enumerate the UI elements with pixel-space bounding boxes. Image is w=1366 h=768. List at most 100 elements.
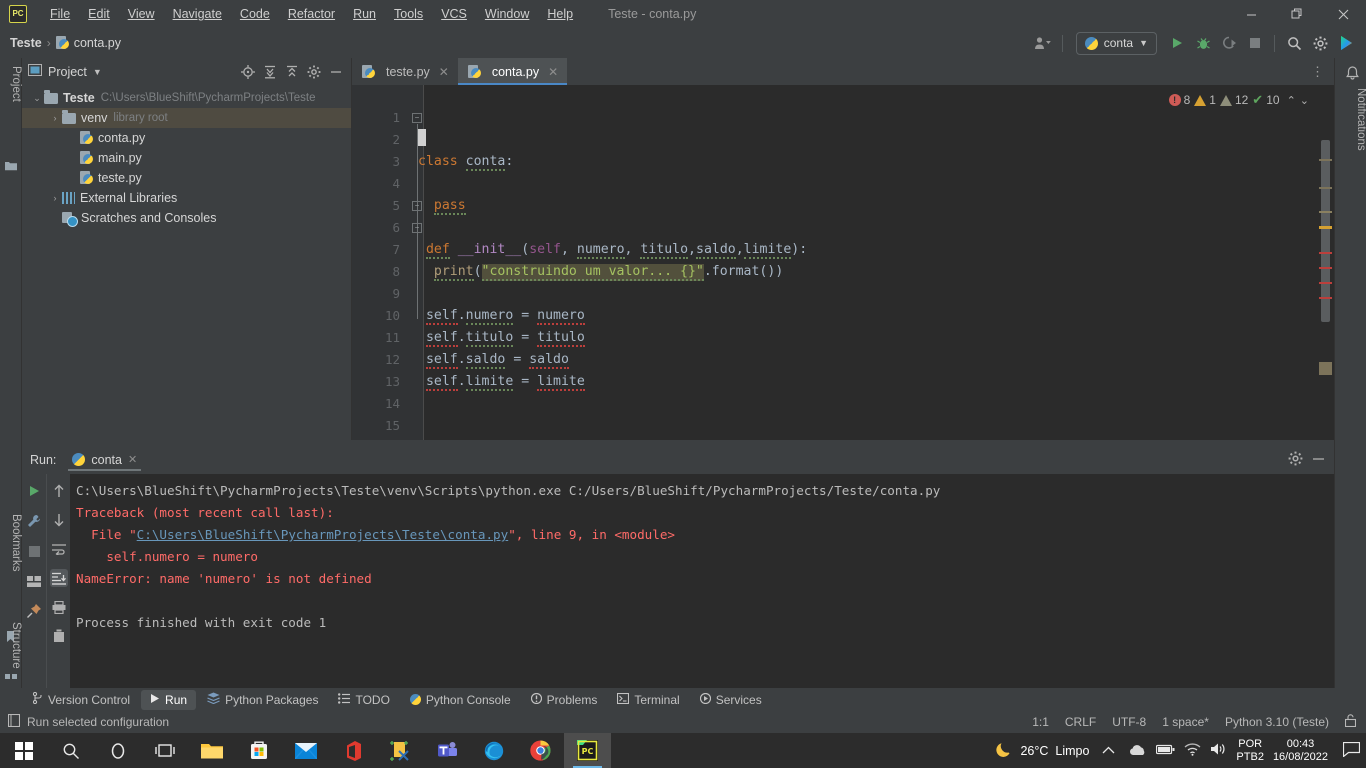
tree-node-main-py[interactable]: main.py	[22, 148, 351, 168]
editor-marker-bar[interactable]	[1316, 112, 1334, 440]
code-area[interactable]: − − − 1 2 class conta: 3 4 pass 5 6 def …	[352, 85, 1334, 440]
marker-weak-warning[interactable]	[1319, 187, 1332, 189]
notification-icon[interactable]	[1337, 741, 1361, 760]
sidebar-tab-structure[interactable]: Structure	[0, 618, 22, 673]
menu-item-code[interactable]: Code	[231, 3, 279, 25]
menu-item-refactor[interactable]: Refactor	[279, 3, 344, 25]
clear-icon[interactable]	[50, 627, 68, 645]
wrench-icon[interactable]	[25, 512, 43, 530]
close-icon[interactable]: ✕	[439, 65, 449, 79]
menu-item-file[interactable]: File	[41, 3, 79, 25]
cortana-icon[interactable]	[94, 733, 141, 768]
chevron-down-icon[interactable]: ▼	[93, 67, 102, 77]
microsoft-edge-icon[interactable]	[470, 733, 517, 768]
scroll-to-end-icon[interactable]	[49, 569, 68, 587]
task-view-icon[interactable]	[141, 733, 188, 768]
previous-problem-icon[interactable]: ⌃	[1284, 94, 1296, 107]
coverage-icon[interactable]	[1217, 31, 1241, 55]
expand-all-icon[interactable]	[261, 63, 279, 81]
file-explorer-icon[interactable]	[188, 733, 235, 768]
python-interpreter[interactable]: Python 3.10 (Teste)	[1225, 715, 1329, 729]
line-separator[interactable]: CRLF	[1065, 715, 1096, 729]
maximize-button[interactable]	[1274, 0, 1320, 28]
editor-scrollbar-thumb[interactable]	[1321, 140, 1330, 322]
clock[interactable]: 00:43 16/08/2022	[1273, 738, 1328, 764]
print-icon[interactable]	[50, 598, 68, 616]
menu-item-edit[interactable]: Edit	[79, 3, 119, 25]
error-count[interactable]: ! 8	[1168, 93, 1190, 107]
settings-icon[interactable]	[1308, 31, 1332, 55]
collapse-all-icon[interactable]	[283, 63, 301, 81]
weak-warning-count[interactable]: 12	[1219, 93, 1248, 107]
editor-tab-teste-py[interactable]: teste.py ✕	[352, 58, 458, 85]
search-icon[interactable]	[47, 733, 94, 768]
editor-tabs-menu-icon[interactable]: ⋮	[1301, 58, 1334, 85]
updates-icon[interactable]	[1334, 31, 1358, 55]
stop-icon[interactable]	[25, 542, 43, 560]
soft-wrap-icon[interactable]	[50, 540, 68, 558]
tree-node-conta-py[interactable]: conta.py	[22, 128, 351, 148]
structure-icon[interactable]	[5, 666, 17, 679]
indent-setting[interactable]: 1 space*	[1162, 715, 1209, 729]
breadcrumb-file[interactable]: conta.py	[74, 36, 121, 50]
tool-window-terminal[interactable]: Terminal	[608, 690, 688, 710]
microsoft-teams-icon[interactable]	[423, 733, 470, 768]
onedrive-icon[interactable]	[1128, 743, 1147, 759]
search-icon[interactable]	[1282, 31, 1306, 55]
inspection-widget[interactable]: ! 8 1 12 ✔ 10 ⌃ ⌄	[1165, 89, 1312, 111]
settings-icon[interactable]	[1288, 451, 1303, 469]
pycharm-icon[interactable]: PC	[564, 733, 611, 768]
menu-item-tools[interactable]: Tools	[385, 3, 432, 25]
settings-icon[interactable]	[305, 63, 323, 81]
run-configuration-selector[interactable]: conta ▼	[1075, 31, 1157, 55]
tool-window-problems[interactable]: Problems	[522, 690, 607, 710]
sidebar-tab-bookmarks[interactable]: Bookmarks	[0, 510, 22, 576]
marker-error[interactable]	[1319, 252, 1332, 254]
source-code[interactable]: 1 2 class conta: 3 4 pass 5 6 def __init…	[352, 85, 1334, 440]
volume-icon[interactable]	[1210, 742, 1227, 759]
tree-node-scratches[interactable]: Scratches and Consoles	[22, 208, 351, 228]
locate-icon[interactable]	[239, 63, 257, 81]
stop-icon[interactable]	[1243, 31, 1267, 55]
run-console-output[interactable]: C:\Users\BlueShift\PycharmProjects\Teste…	[70, 474, 1334, 688]
close-icon[interactable]: ✕	[128, 453, 137, 466]
editor-tab-conta-py[interactable]: conta.py ✕	[457, 58, 568, 85]
marker-error[interactable]	[1319, 297, 1332, 299]
chevron-up-icon[interactable]	[1098, 744, 1119, 758]
sticky-notes-icon[interactable]	[376, 733, 423, 768]
lock-icon[interactable]	[1344, 714, 1357, 730]
tool-window-services[interactable]: Services	[691, 690, 771, 710]
marker-block-highlight[interactable]	[1319, 362, 1332, 375]
microsoft-store-icon[interactable]	[235, 733, 282, 768]
google-chrome-icon[interactable]	[517, 733, 564, 768]
marker-warning[interactable]	[1319, 226, 1332, 229]
menu-item-window[interactable]: Window	[476, 3, 538, 25]
layout-icon[interactable]	[25, 572, 43, 590]
office-icon[interactable]	[329, 733, 376, 768]
close-icon[interactable]: ✕	[548, 65, 558, 79]
tool-window-todo[interactable]: TODO	[329, 690, 398, 710]
chevron-right-icon[interactable]: ›	[48, 113, 62, 123]
hide-icon[interactable]	[1311, 451, 1326, 469]
next-problem-icon[interactable]: ⌄	[1300, 94, 1309, 107]
project-folder-icon[interactable]	[5, 158, 17, 171]
menu-item-navigate[interactable]: Navigate	[164, 3, 231, 25]
rerun-icon[interactable]	[25, 482, 43, 500]
tree-node-external-libraries[interactable]: › External Libraries	[22, 188, 351, 208]
weather-widget[interactable]: 26°C Limpo	[996, 741, 1089, 761]
sidebar-tab-notifications[interactable]: Notifications	[1335, 88, 1366, 151]
tool-window-python-packages[interactable]: Python Packages	[198, 689, 327, 710]
passed-count[interactable]: ✔ 10	[1252, 92, 1279, 108]
run-icon[interactable]	[1165, 31, 1189, 55]
menu-item-view[interactable]: View	[119, 3, 164, 25]
caret-position[interactable]: 1:1	[1032, 715, 1049, 729]
chevron-down-icon[interactable]: ⌄	[30, 93, 44, 104]
marker-weak-warning[interactable]	[1319, 211, 1332, 213]
tool-window-version-control[interactable]: Version Control	[24, 689, 139, 710]
hide-icon[interactable]	[327, 63, 345, 81]
marker-error[interactable]	[1319, 267, 1332, 269]
tree-node-venv[interactable]: › venv library root	[22, 108, 351, 128]
windows-start-icon[interactable]	[0, 733, 47, 768]
tree-node-teste-py[interactable]: teste.py	[22, 168, 351, 188]
bell-icon[interactable]	[1346, 66, 1359, 85]
